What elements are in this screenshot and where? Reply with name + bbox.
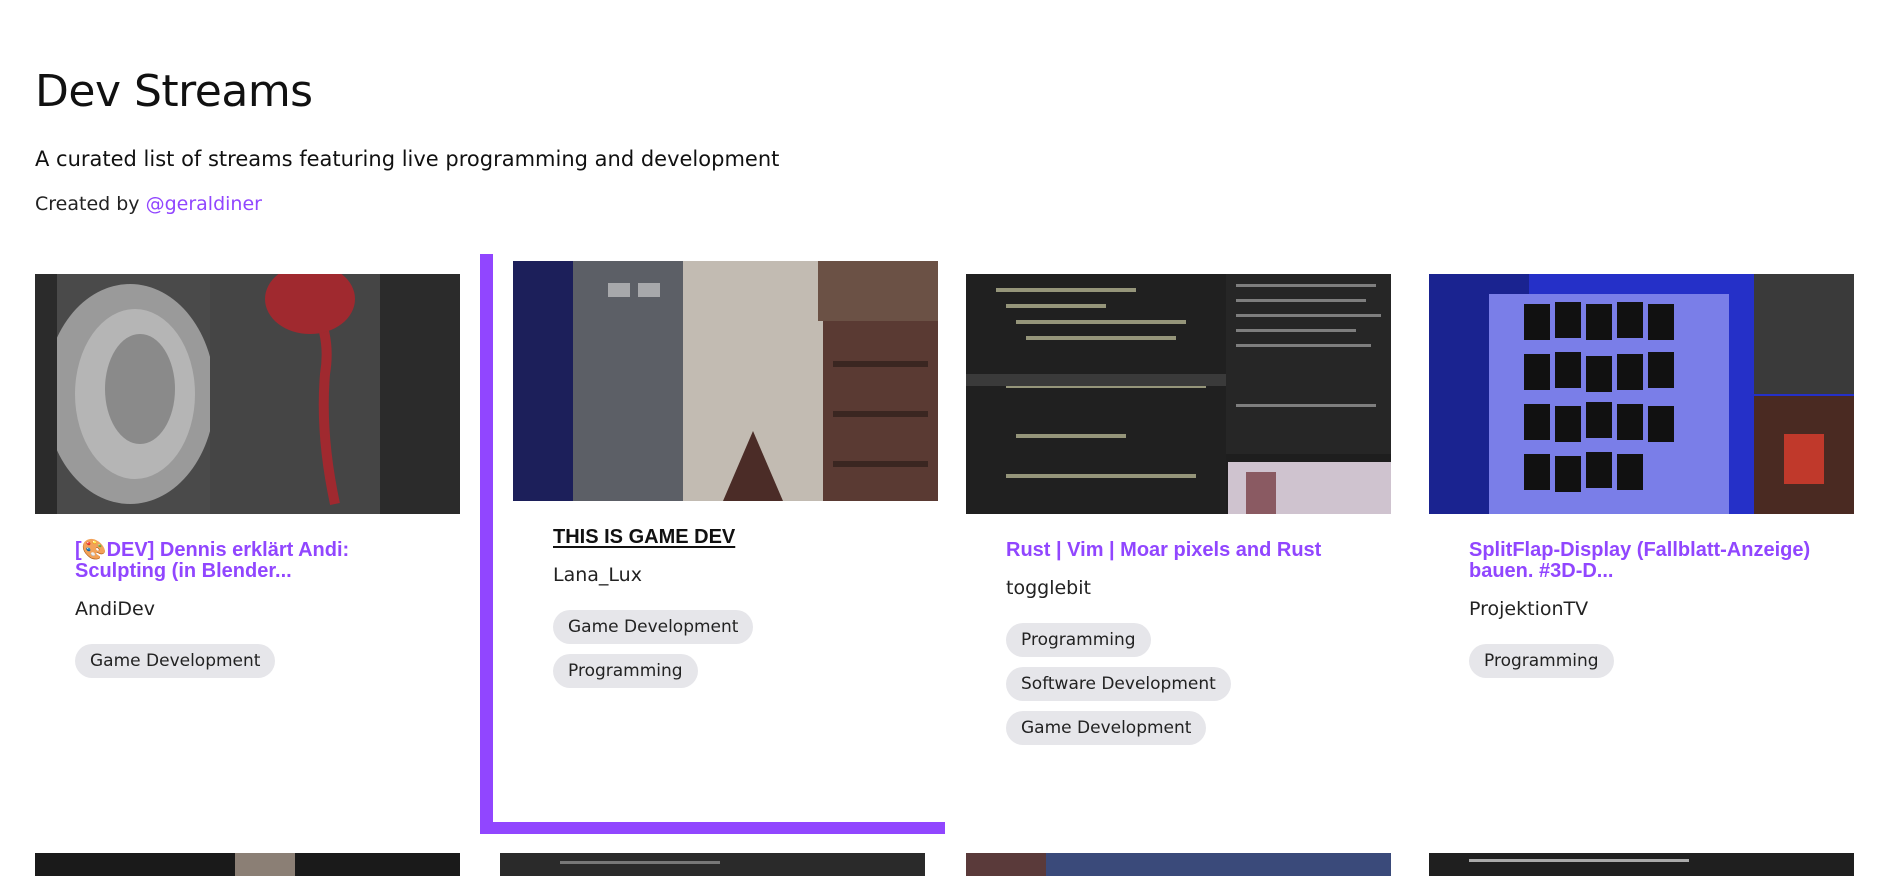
- tag-list: Game Development Programming: [553, 610, 898, 688]
- page-header: Dev Streams A curated list of streams fe…: [35, 66, 780, 216]
- credit-prefix: Created by: [35, 193, 140, 215]
- tag-list: Programming Software Development Game De…: [1006, 623, 1351, 745]
- stream-card[interactable]: Rust | Vim | Moar pixels and Rust toggle…: [966, 274, 1391, 745]
- stream-thumbnail-partial[interactable]: [1429, 853, 1854, 876]
- author-link[interactable]: @geraldiner: [146, 193, 262, 215]
- stream-thumbnail[interactable]: [966, 274, 1391, 514]
- stream-card[interactable]: SplitFlap-Display (Fallblatt-Anzeige) ba…: [1429, 274, 1854, 678]
- streamer-name: ProjektionTV: [1469, 598, 1589, 620]
- thumbnail-image: [966, 274, 1391, 514]
- stream-thumbnail-partial[interactable]: [35, 853, 460, 876]
- stream-thumbnail-partial[interactable]: [500, 853, 925, 876]
- credit-line: Created by @geraldiner: [35, 193, 779, 215]
- tag-pill[interactable]: Game Development: [1006, 711, 1207, 745]
- tag-list: Game Development: [75, 644, 420, 678]
- page-subtitle: A curated list of streams featuring live…: [35, 147, 780, 171]
- streamer-name: Lana_Lux: [553, 564, 642, 586]
- thumbnail-image: [35, 274, 460, 514]
- focus-indicator-bottom: [480, 822, 945, 834]
- streamer-name: togglebit: [1006, 577, 1091, 599]
- stream-title-link[interactable]: THIS IS GAME DEV: [553, 527, 898, 548]
- stream-card[interactable]: [🎨DEV] Dennis erklärt Andi: Sculpting (i…: [35, 274, 460, 678]
- thumbnail-detail: [1469, 859, 1689, 862]
- stream-thumbnail[interactable]: [513, 261, 938, 501]
- focus-indicator-left: [480, 254, 493, 834]
- stream-thumbnail-partial[interactable]: [966, 853, 1391, 876]
- stream-thumbnail[interactable]: [35, 274, 460, 514]
- thumbnail-image: [1429, 274, 1854, 514]
- tag-pill[interactable]: Software Development: [1006, 667, 1231, 701]
- stream-title-link[interactable]: [🎨DEV] Dennis erklärt Andi: Sculpting (i…: [75, 540, 420, 582]
- tag-pill[interactable]: Programming: [1469, 644, 1614, 678]
- thumbnail-detail: [235, 853, 295, 876]
- tag-list: Programming: [1469, 644, 1814, 678]
- stream-title-link[interactable]: Rust | Vim | Moar pixels and Rust: [1006, 540, 1351, 561]
- stream-title-link[interactable]: SplitFlap-Display (Fallblatt-Anzeige) ba…: [1469, 540, 1814, 582]
- thumbnail-image: [513, 261, 938, 501]
- streamer-name: AndiDev: [75, 598, 155, 620]
- stream-thumbnail[interactable]: [1429, 274, 1854, 514]
- tag-pill[interactable]: Game Development: [553, 610, 754, 644]
- thumbnail-detail: [560, 861, 720, 864]
- stream-card-focused[interactable]: THIS IS GAME DEV Lana_Lux Game Developme…: [513, 261, 938, 688]
- tag-pill[interactable]: Programming: [1006, 623, 1151, 657]
- tag-pill[interactable]: Programming: [553, 654, 698, 688]
- tag-pill[interactable]: Game Development: [75, 644, 276, 678]
- thumbnail-detail: [966, 853, 1046, 876]
- page-title: Dev Streams: [35, 66, 313, 117]
